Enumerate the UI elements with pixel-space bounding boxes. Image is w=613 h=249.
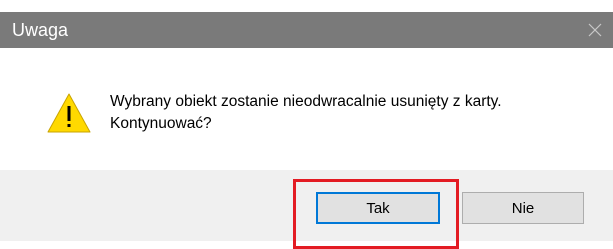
dialog-message: Wybrany obiekt zostanie nieodwracalnie u…: [110, 91, 502, 135]
button-bar: Tak Nie: [0, 170, 613, 241]
yes-button[interactable]: Tak: [316, 192, 440, 224]
warning-dialog: Uwaga Wybrany obiekt zostanie nieodwraca…: [0, 0, 613, 249]
dialog-content: Wybrany obiekt zostanie nieodwracalnie u…: [0, 48, 613, 170]
close-icon[interactable]: [577, 12, 613, 48]
dialog-title: Uwaga: [12, 20, 69, 40]
warning-icon: [46, 92, 92, 134]
no-button[interactable]: Nie: [462, 192, 584, 224]
title-bar[interactable]: Uwaga: [0, 12, 613, 48]
message-line-1: Wybrany obiekt zostanie nieodwracalnie u…: [110, 93, 502, 110]
message-line-2: Kontynuować?: [110, 115, 212, 132]
